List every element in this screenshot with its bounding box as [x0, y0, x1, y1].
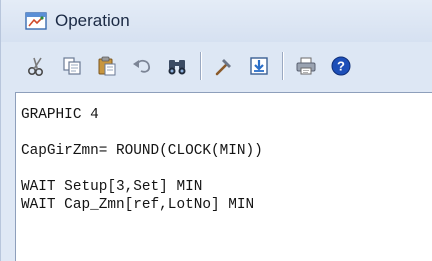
undo-arrow-icon — [133, 59, 151, 73]
operation-window: Operation ? GRAPHIC 4 CapGirZmn= ROUND(C… — [0, 0, 432, 261]
hammer-icon — [215, 59, 231, 76]
toolbar-separator — [200, 52, 201, 80]
import-button[interactable] — [247, 53, 271, 79]
window-title: Operation — [55, 11, 130, 30]
build-button[interactable] — [212, 53, 236, 79]
toolbar-separator — [282, 52, 283, 80]
clipboard-paste-icon — [98, 56, 116, 76]
undo-button[interactable] — [130, 53, 154, 79]
toolbar: ? — [1, 42, 432, 90]
help-button[interactable]: ? — [329, 53, 353, 79]
scissors-icon — [27, 57, 44, 77]
help-icon: ? — [331, 56, 351, 76]
paste-button[interactable] — [95, 53, 119, 79]
code-line: CapGirZmn= ROUND(CLOCK(MIN)) — [21, 143, 263, 159]
code-line: WAIT Cap_Zmn[ref,LotNo] MIN — [21, 197, 255, 213]
print-button[interactable] — [294, 53, 318, 79]
copy-button[interactable] — [60, 53, 84, 79]
cut-button[interactable] — [25, 53, 49, 79]
code-line: GRAPHIC 4 — [21, 107, 99, 123]
code-line: WAIT Setup[3,Set] MIN — [21, 179, 203, 195]
title-bar[interactable]: Operation — [1, 0, 432, 42]
code-editor[interactable]: GRAPHIC 4 CapGirZmn= ROUND(CLOCK(MIN)) W… — [15, 92, 432, 261]
download-arrow-icon — [250, 57, 268, 75]
binoculars-icon — [168, 60, 186, 75]
find-button[interactable] — [165, 53, 189, 79]
svg-text:?: ? — [337, 59, 345, 74]
copy-icon — [63, 57, 81, 75]
printer-icon — [296, 57, 316, 75]
operation-window-icon — [25, 11, 47, 31]
